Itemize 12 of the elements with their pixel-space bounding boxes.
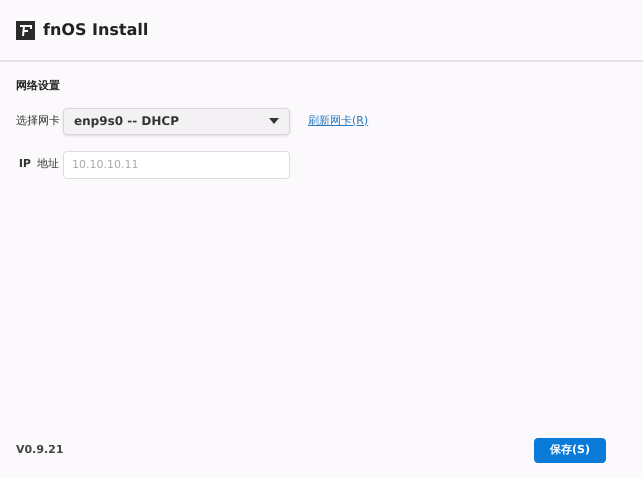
field-label: 地址 xyxy=(37,156,59,172)
refresh-link[interactable]: 刷新网卡(R) xyxy=(308,112,368,130)
section-title: 网络设置 xyxy=(16,78,61,94)
ip-field[interactable]: 10.10.10.11 xyxy=(63,150,290,178)
field-label: 选择网卡 xyxy=(16,112,61,129)
save-button[interactable]: 保存(S) xyxy=(534,438,606,463)
window-title: fnOS Install xyxy=(43,19,148,41)
logo-icon xyxy=(16,20,35,40)
nic-dropdown[interactable]: enp9s0 -- DHCP xyxy=(63,108,290,134)
caret-icon xyxy=(269,118,279,124)
field-label: IP xyxy=(18,156,31,172)
version-label: V0.9.21 xyxy=(16,442,64,458)
